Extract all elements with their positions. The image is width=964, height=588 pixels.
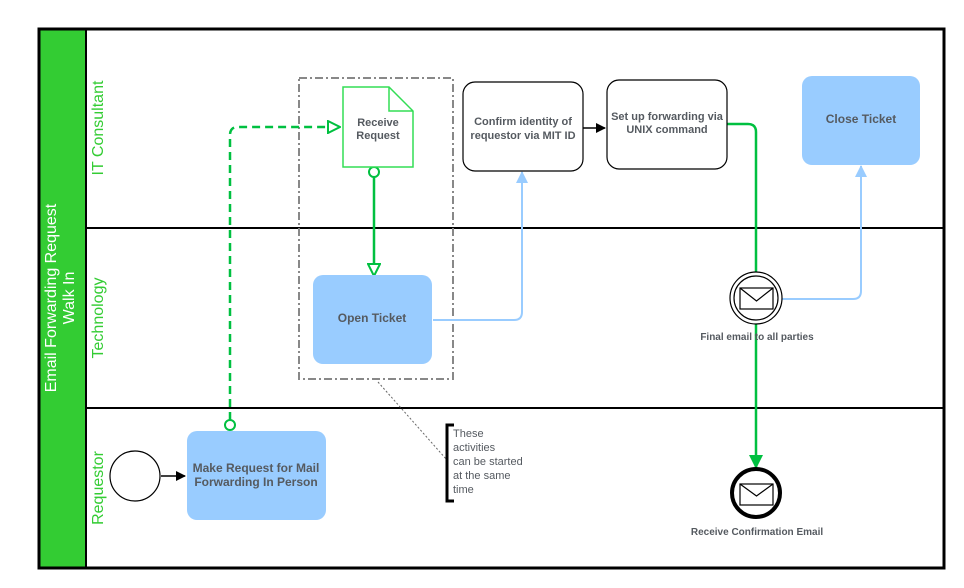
flow-open-to-confirm[interactable] (433, 171, 528, 321)
annotation-line: at the same (453, 470, 510, 482)
lane-technology: Technology (90, 278, 107, 359)
task-label: Forwarding In Person (194, 475, 317, 489)
task-confirm-identity[interactable]: Confirm identity of requestor via MIT ID (462, 81, 584, 172)
flow-receive-to-open[interactable] (368, 166, 380, 276)
lane-title-requestor: Requestor (90, 450, 107, 524)
event-label: Receive Confirmation Email (691, 527, 823, 538)
task-open-ticket[interactable]: Open Ticket (313, 275, 432, 364)
flow-setup-to-final-email[interactable] (727, 122, 758, 274)
task-label: Close Ticket (826, 112, 896, 126)
lane-it-consultant: IT Consultant (90, 80, 107, 175)
annotation-line: time (453, 484, 474, 496)
task-make-request[interactable]: Make Request for Mail Forwarding In Pers… (187, 431, 326, 520)
envelope-icon (739, 483, 774, 506)
pool-subtitle: Walk In (61, 272, 78, 325)
flow-final-to-close[interactable] (782, 165, 867, 300)
annotation-line: can be started (453, 456, 523, 468)
annotation-line: activities (453, 442, 496, 454)
lane-title-it-consultant: IT Consultant (90, 80, 107, 175)
event-final-email[interactable]: Final email to all parties (700, 271, 814, 343)
envelope-icon (739, 287, 774, 310)
task-close-ticket[interactable]: Close Ticket (802, 76, 920, 165)
task-label: requestor via MIT ID (470, 130, 575, 142)
text-annotation[interactable]: These activities can be started at the s… (445, 423, 523, 503)
flow-origin-circle (224, 419, 236, 431)
annotation-association (377, 381, 448, 461)
pool-title: Email Forwarding Request (43, 203, 60, 392)
task-label: Receive (357, 117, 399, 129)
task-label: Set up forwarding via (611, 111, 724, 123)
start-event-circle (109, 450, 161, 502)
task-receive-request[interactable]: Receive Request (342, 86, 414, 168)
task-label: Confirm identity of (474, 116, 572, 128)
task-label: Make Request for Mail (193, 461, 320, 475)
task-label: UNIX command (626, 124, 707, 136)
task-setup-forwarding[interactable]: Set up forwarding via UNIX command (606, 79, 728, 170)
annotation-line: These (453, 428, 484, 440)
event-label: Final email to all parties (700, 332, 814, 343)
flow-origin-circle (368, 166, 380, 178)
lane-requestor: Requestor (90, 450, 107, 524)
process-diagram: Email Forwarding Request Walk In IT Cons… (37, 27, 946, 570)
start-event[interactable] (109, 450, 161, 502)
task-label: Request (356, 130, 400, 142)
event-receive-confirmation[interactable]: Receive Confirmation Email (691, 467, 823, 538)
task-label: Open Ticket (338, 311, 406, 325)
lane-title-technology: Technology (90, 278, 107, 359)
